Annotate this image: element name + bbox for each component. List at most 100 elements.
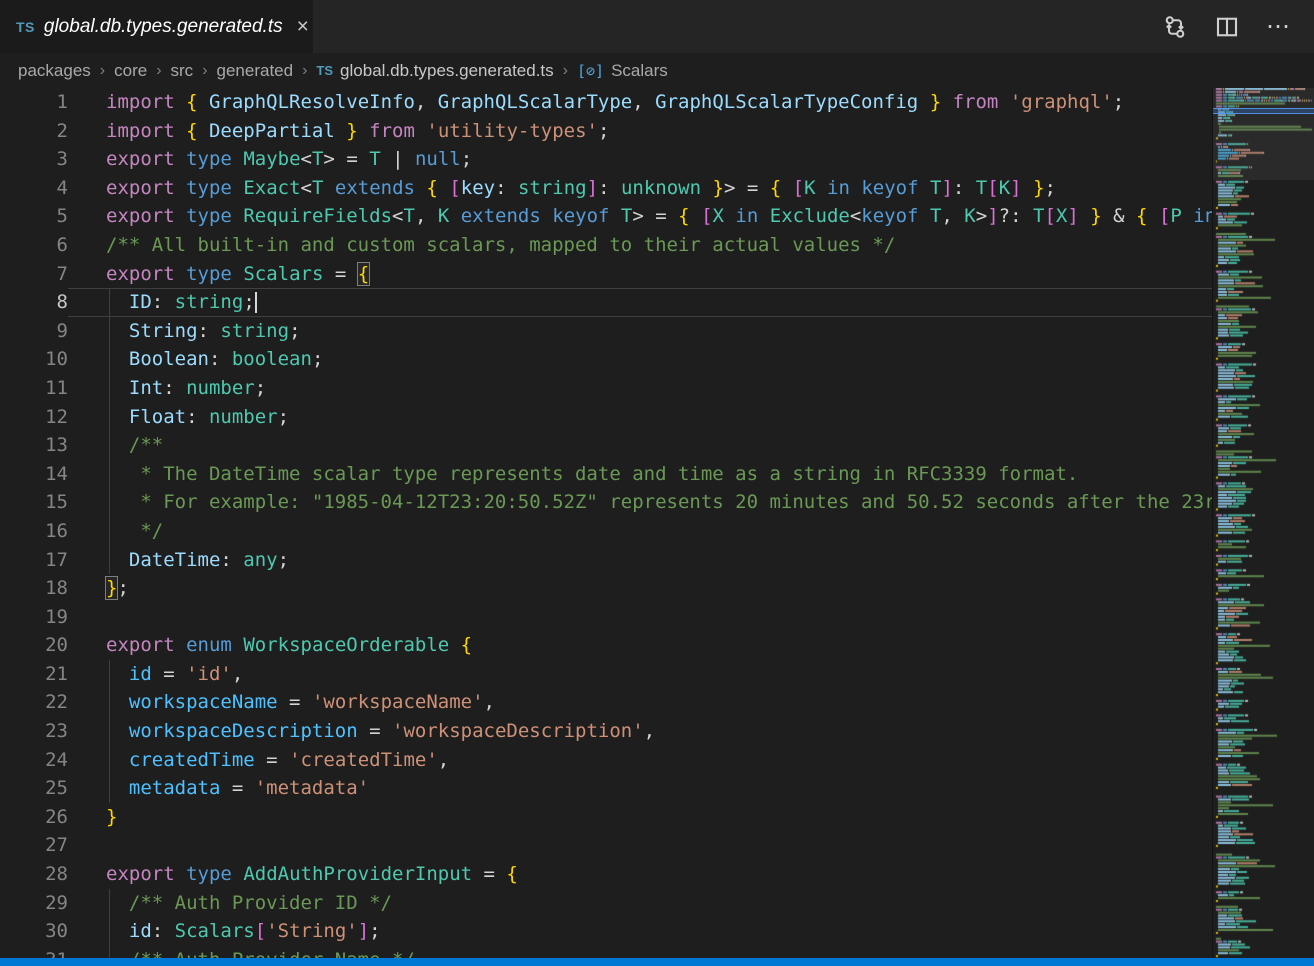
code-text: id = 'id', bbox=[68, 660, 1212, 689]
line-number[interactable]: 8 bbox=[0, 288, 68, 317]
code-line-13[interactable]: 13 /** bbox=[0, 431, 1212, 460]
code-line-2[interactable]: 2import { DeepPartial } from 'utility-ty… bbox=[0, 117, 1212, 146]
code-line-4[interactable]: 4export type Exact<T extends { [key: str… bbox=[0, 174, 1212, 203]
status-bar[interactable] bbox=[0, 958, 1314, 966]
code-line-30[interactable]: 30 id: Scalars['String']; bbox=[0, 917, 1212, 946]
line-number[interactable]: 27 bbox=[0, 831, 68, 860]
breadcrumb-item-src[interactable]: src bbox=[171, 61, 194, 81]
line-number[interactable]: 29 bbox=[0, 889, 68, 918]
line-number[interactable]: 25 bbox=[0, 774, 68, 803]
line-number[interactable]: 17 bbox=[0, 546, 68, 575]
token: = bbox=[323, 263, 357, 285]
token bbox=[998, 91, 1009, 113]
code-lines[interactable]: 1import { GraphQLResolveInfo, GraphQLSca… bbox=[0, 88, 1212, 958]
line-number[interactable]: 30 bbox=[0, 917, 68, 946]
line-number[interactable]: 21 bbox=[0, 660, 68, 689]
code-text: /** Auth Provider ID */ bbox=[68, 889, 1212, 918]
code-line-15[interactable]: 15 * For example: "1985-04-12T23:20:50.5… bbox=[0, 488, 1212, 517]
vscode-window: TS global.db.types.generated.ts × bbox=[0, 0, 1314, 966]
line-number[interactable]: 16 bbox=[0, 517, 68, 546]
code-line-28[interactable]: 28export type AddAuthProviderInput = { bbox=[0, 860, 1212, 889]
token: id bbox=[129, 663, 152, 685]
open-changes-icon[interactable] bbox=[1162, 14, 1188, 40]
tab-global-db-types[interactable]: TS global.db.types.generated.ts × bbox=[0, 0, 313, 53]
code-line-22[interactable]: 22 workspaceName = 'workspaceName', bbox=[0, 688, 1212, 717]
code-line-29[interactable]: 29 /** Auth Provider ID */ bbox=[0, 889, 1212, 918]
code-text: import { GraphQLResolveInfo, GraphQLScal… bbox=[68, 88, 1212, 117]
code-line-20[interactable]: 20export enum WorkspaceOrderable { bbox=[0, 631, 1212, 660]
line-number[interactable]: 24 bbox=[0, 746, 68, 775]
token: } bbox=[106, 806, 117, 828]
line-number[interactable]: 20 bbox=[0, 631, 68, 660]
code-line-7[interactable]: 7export type Scalars = { bbox=[0, 260, 1212, 289]
code-line-19[interactable]: 19 bbox=[0, 603, 1212, 632]
line-number[interactable]: 9 bbox=[0, 317, 68, 346]
close-tab-icon[interactable]: × bbox=[297, 16, 309, 37]
code-line-3[interactable]: 3export type Maybe<T> = T | null; bbox=[0, 145, 1212, 174]
token bbox=[541, 205, 552, 227]
code-line-14[interactable]: 14 * The DateTime scalar type represents… bbox=[0, 460, 1212, 489]
code-line-21[interactable]: 21 id = 'id', bbox=[0, 660, 1212, 689]
code-line-8[interactable]: 8 ID: string; bbox=[0, 288, 1212, 317]
code-line-17[interactable]: 17 DateTime: any; bbox=[0, 546, 1212, 575]
code-line-16[interactable]: 16 */ bbox=[0, 517, 1212, 546]
code-line-25[interactable]: 25 metadata = 'metadata' bbox=[0, 774, 1212, 803]
more-actions-icon[interactable]: ⋯ bbox=[1266, 22, 1292, 32]
code-line-27[interactable]: 27 bbox=[0, 831, 1212, 860]
token: export bbox=[106, 205, 175, 227]
line-number[interactable]: 1 bbox=[0, 88, 68, 117]
minimap[interactable] bbox=[1212, 88, 1314, 958]
breadcrumb-item-core[interactable]: core bbox=[114, 61, 147, 81]
code-line-11[interactable]: 11 Int: number; bbox=[0, 374, 1212, 403]
code-text: export type Exact<T extends { [key: stri… bbox=[68, 174, 1212, 203]
code-text: }; bbox=[68, 574, 1212, 603]
line-number[interactable]: 31 bbox=[0, 946, 68, 958]
indent-guide bbox=[109, 488, 110, 517]
typescript-file-icon: TS bbox=[316, 63, 333, 78]
code-line-24[interactable]: 24 createdTime = 'createdTime', bbox=[0, 746, 1212, 775]
line-number[interactable]: 22 bbox=[0, 688, 68, 717]
token: : bbox=[198, 320, 221, 342]
code-line-26[interactable]: 26} bbox=[0, 803, 1212, 832]
line-number[interactable]: 3 bbox=[0, 145, 68, 174]
code-line-5[interactable]: 5export type RequireFields<T, K extends … bbox=[0, 202, 1212, 231]
code-line-31[interactable]: 31 /** Auth Provider Name */ bbox=[0, 946, 1212, 958]
token: string bbox=[518, 177, 587, 199]
code-text: DateTime: any; bbox=[68, 546, 1212, 575]
code-line-23[interactable]: 23 workspaceDescription = 'workspaceDesc… bbox=[0, 717, 1212, 746]
line-number[interactable]: 4 bbox=[0, 174, 68, 203]
line-number[interactable]: 14 bbox=[0, 460, 68, 489]
code-line-12[interactable]: 12 Float: number; bbox=[0, 403, 1212, 432]
breadcrumb-item-packages[interactable]: packages bbox=[18, 61, 91, 81]
code-line-18[interactable]: 18}; bbox=[0, 574, 1212, 603]
line-number[interactable]: 2 bbox=[0, 117, 68, 146]
code-line-1[interactable]: 1import { GraphQLResolveInfo, GraphQLSca… bbox=[0, 88, 1212, 117]
line-number[interactable]: 23 bbox=[0, 717, 68, 746]
token: ] bbox=[987, 205, 998, 227]
indent-guide bbox=[109, 374, 110, 403]
code-line-9[interactable]: 9 String: string; bbox=[0, 317, 1212, 346]
line-number[interactable]: 28 bbox=[0, 860, 68, 889]
code-editor[interactable]: 1import { GraphQLResolveInfo, GraphQLSca… bbox=[0, 88, 1314, 958]
line-number[interactable]: 10 bbox=[0, 345, 68, 374]
minimap-slider[interactable] bbox=[1213, 88, 1314, 180]
code-line-6[interactable]: 6/** All built-in and custom scalars, ma… bbox=[0, 231, 1212, 260]
line-number[interactable]: 5 bbox=[0, 202, 68, 231]
line-number[interactable]: 19 bbox=[0, 603, 68, 632]
line-number[interactable]: 13 bbox=[0, 431, 68, 460]
line-number[interactable]: 7 bbox=[0, 260, 68, 289]
breadcrumb-item-global-db-types-generated-ts[interactable]: TSglobal.db.types.generated.ts bbox=[316, 61, 553, 81]
line-number[interactable]: 26 bbox=[0, 803, 68, 832]
line-number[interactable]: 11 bbox=[0, 374, 68, 403]
token: [ bbox=[701, 205, 712, 227]
breadcrumb-item-scalars[interactable]: [⊘]Scalars bbox=[577, 61, 668, 81]
line-number[interactable]: 6 bbox=[0, 231, 68, 260]
line-number[interactable]: 15 bbox=[0, 488, 68, 517]
token bbox=[850, 177, 861, 199]
line-number[interactable]: 18 bbox=[0, 574, 68, 603]
token: export bbox=[106, 263, 175, 285]
split-editor-icon[interactable] bbox=[1214, 14, 1240, 40]
breadcrumb-item-generated[interactable]: generated bbox=[217, 61, 294, 81]
code-line-10[interactable]: 10 Boolean: boolean; bbox=[0, 345, 1212, 374]
line-number[interactable]: 12 bbox=[0, 403, 68, 432]
